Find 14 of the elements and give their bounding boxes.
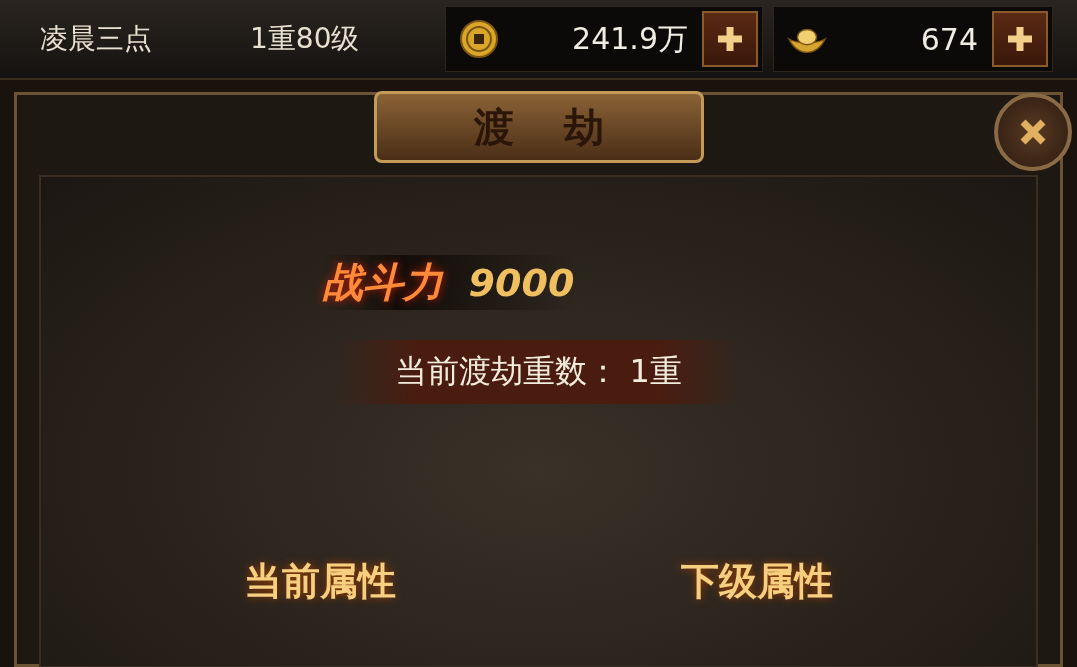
player-name: 凌晨三点: [40, 21, 153, 57]
attribute-heading: 下级属性: [681, 558, 834, 605]
coin-icon: [458, 19, 500, 59]
plus-icon: [1005, 24, 1035, 54]
power-label: 战斗力: [322, 258, 443, 307]
dialog-title: 渡劫: [373, 91, 704, 163]
player-level: 1重80级: [250, 21, 361, 57]
add-button[interactable]: [992, 11, 1048, 67]
power-value: 9000: [468, 260, 575, 305]
plus-icon: [715, 24, 745, 54]
attribute-heading: 当前属性: [243, 558, 396, 605]
currency-amount: 241.9万: [571, 19, 689, 58]
add-button[interactable]: [702, 11, 758, 67]
currency-amount: 674: [919, 21, 979, 57]
